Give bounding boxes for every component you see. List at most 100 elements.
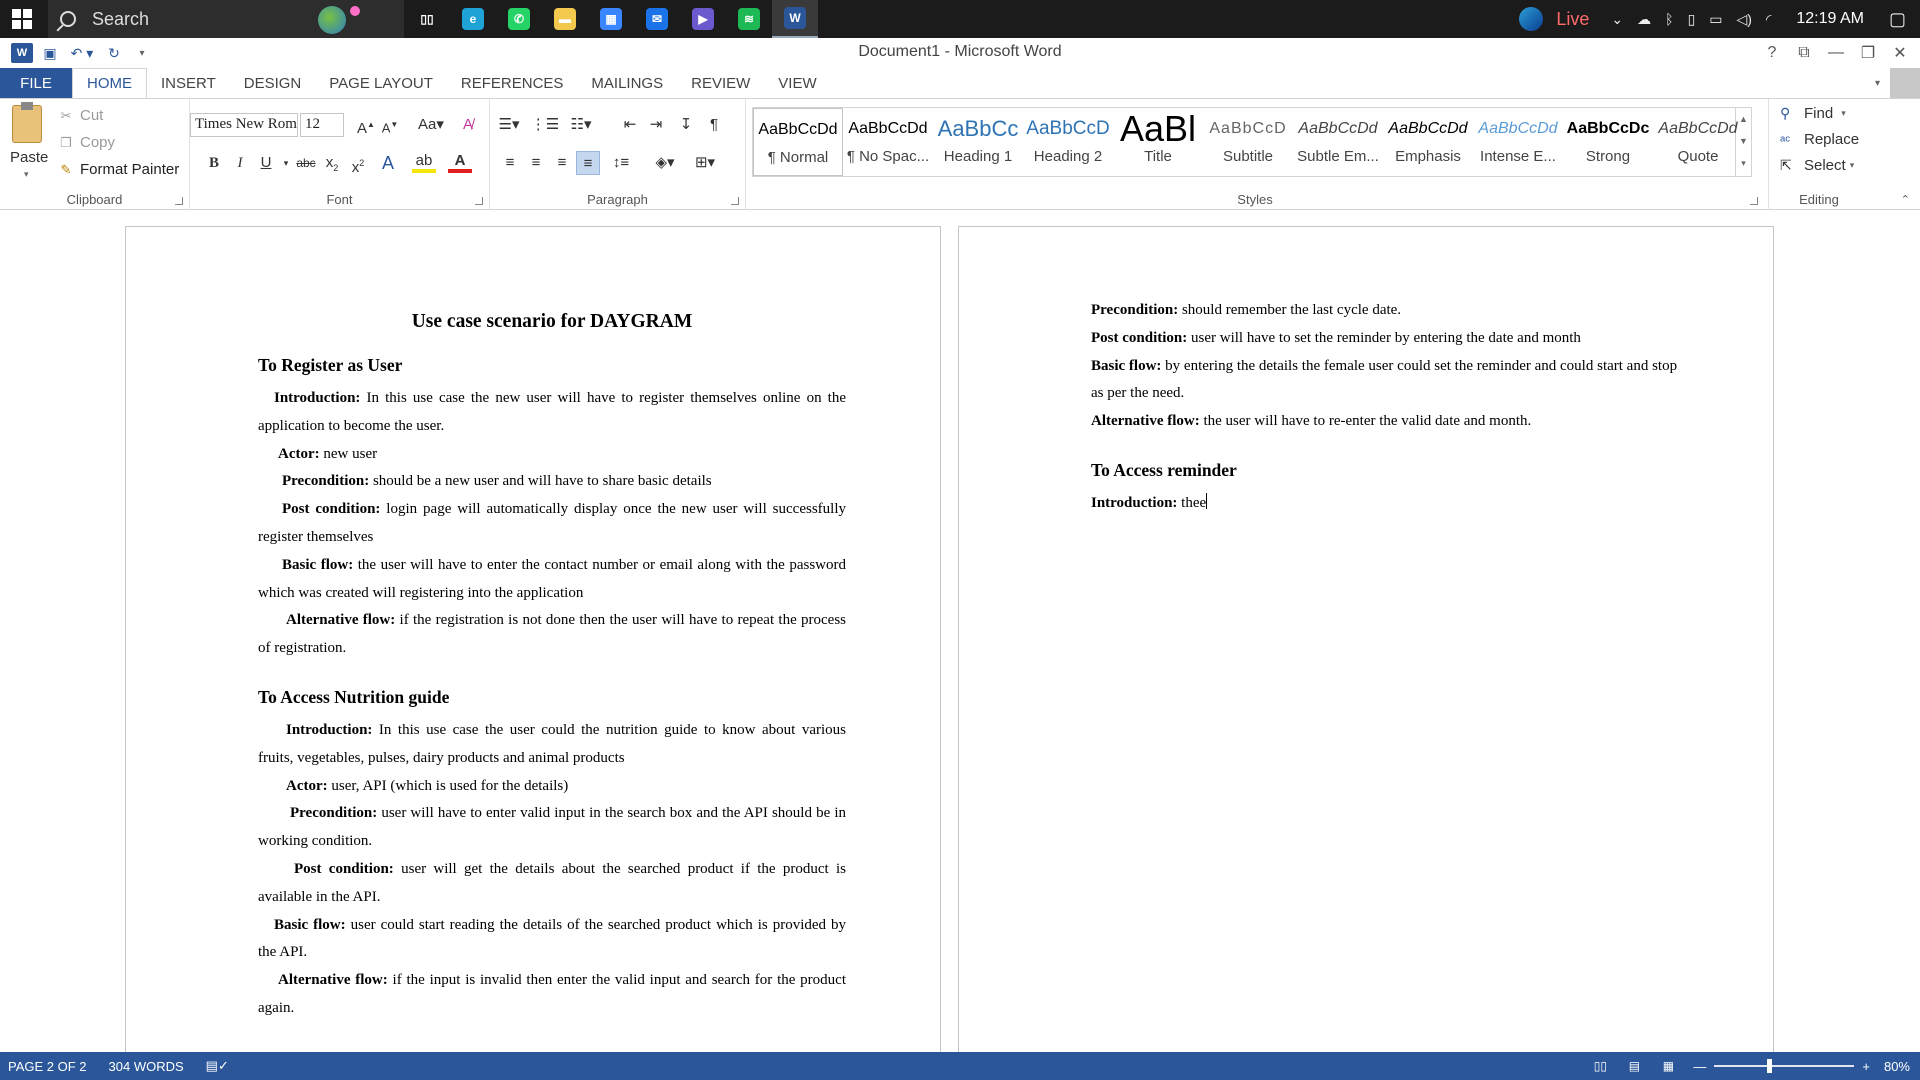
grow-font-icon[interactable]: A▲ — [354, 113, 378, 137]
volume-icon[interactable]: ◁) — [1737, 11, 1752, 28]
font-family-combo[interactable]: Times New Roman — [190, 113, 298, 137]
text-effects-icon[interactable]: A — [376, 151, 400, 175]
battery-icon[interactable]: ▭ — [1709, 11, 1722, 28]
zoom-slider[interactable] — [1714, 1059, 1855, 1073]
undo-icon[interactable]: ↶ ▾ — [64, 41, 100, 65]
page-1-content[interactable]: Use case scenario for DAYGRAM To Registe… — [258, 307, 846, 1023]
mail-icon[interactable]: ✉ — [634, 0, 680, 38]
tab-insert[interactable]: INSERT — [147, 68, 230, 98]
restore-icon[interactable]: ❐ — [1852, 43, 1884, 63]
shading-icon[interactable]: ◈▾ — [650, 151, 680, 175]
power-automate-icon[interactable]: ▶ — [680, 0, 726, 38]
tab-home[interactable]: HOME — [72, 68, 147, 98]
tab-design[interactable]: DESIGN — [230, 68, 316, 98]
proofing-icon[interactable]: ▤✓ — [206, 1058, 229, 1074]
style-emphasis[interactable]: AaBbCcDd Emphasis — [1383, 108, 1473, 176]
style-no-spac[interactable]: AaBbCcDd ¶ No Spac... — [843, 108, 933, 176]
paragraph-launcher-icon[interactable] — [731, 197, 739, 205]
zoom-out-icon[interactable]: — — [1693, 1059, 1706, 1074]
zoom-in-icon[interactable]: + — [1862, 1059, 1870, 1074]
align-right-icon[interactable]: ≡ — [550, 151, 574, 175]
minimize-icon[interactable]: — — [1820, 44, 1852, 62]
justify-icon[interactable]: ≡ — [576, 151, 600, 175]
zoom-level[interactable]: 80% — [1884, 1059, 1910, 1074]
zoom-slider-thumb[interactable] — [1766, 1059, 1772, 1073]
style-heading[interactable]: AaBbCc Heading 1 — [933, 108, 1023, 176]
font-color-icon[interactable]: A — [448, 151, 472, 173]
close-icon[interactable]: ✕ — [1884, 43, 1916, 63]
font-launcher-icon[interactable] — [475, 197, 483, 205]
spotify-icon[interactable]: ≋ — [726, 0, 772, 38]
chevron-up-icon[interactable]: ⌄ — [1611, 11, 1623, 28]
tab-view[interactable]: VIEW — [764, 68, 830, 98]
word-taskbar-icon[interactable]: W — [772, 0, 818, 38]
web-layout-icon[interactable]: ▦ — [1657, 1059, 1679, 1073]
word-app-icon[interactable]: W — [8, 41, 36, 65]
clear-formatting-icon[interactable]: A̸ — [456, 113, 480, 137]
align-center-icon[interactable]: ≡ — [524, 151, 548, 175]
task-view-icon[interactable]: ▯▯ — [404, 0, 450, 38]
document-workspace[interactable]: Use case scenario for DAYGRAM To Registe… — [0, 210, 1920, 1052]
subscript-icon[interactable]: x2 — [320, 151, 344, 175]
align-left-icon[interactable]: ≡ — [498, 151, 522, 175]
strikethrough-icon[interactable]: abc — [294, 151, 318, 175]
file-explorer-icon[interactable]: ▬ — [542, 0, 588, 38]
font-size-combo[interactable]: 12 — [300, 113, 344, 137]
styles-launcher-icon[interactable] — [1750, 197, 1758, 205]
sort-icon[interactable]: ↧ — [674, 113, 698, 137]
style-intense-e[interactable]: AaBbCcDd Intense E... — [1473, 108, 1563, 176]
tab-references[interactable]: REFERENCES — [447, 68, 578, 98]
style-strong[interactable]: AaBbCcDc Strong — [1563, 108, 1653, 176]
increase-indent-icon[interactable]: ⇥ — [644, 113, 668, 137]
find-dropdown-icon[interactable]: ▾ — [1841, 108, 1846, 119]
bluetooth-icon[interactable]: ᛒ — [1665, 11, 1673, 27]
live-logo-icon[interactable] — [1519, 7, 1544, 31]
text-highlight-icon[interactable]: ab — [412, 151, 436, 173]
help-icon[interactable]: ? — [1756, 44, 1788, 62]
save-icon[interactable]: ▣ — [36, 41, 64, 65]
redo-icon[interactable]: ↻ — [100, 41, 128, 65]
tab-review[interactable]: REVIEW — [677, 68, 764, 98]
onedrive-cloud-icon[interactable]: ☁ — [1637, 11, 1651, 28]
page-2-content[interactable]: Precondition: should remember the last c… — [1091, 297, 1679, 518]
tab-mailings[interactable]: MAILINGS — [577, 68, 677, 98]
paste-icon[interactable] — [12, 102, 42, 143]
page-2[interactable]: Precondition: should remember the last c… — [958, 226, 1774, 1052]
multilevel-list-icon[interactable]: ☷▾ — [566, 113, 596, 137]
italic-icon[interactable]: I — [228, 151, 252, 175]
style-normal[interactable]: AaBbCcDd ¶ Normal — [753, 108, 843, 176]
copy-button[interactable]: ❐ Copy — [58, 134, 115, 151]
microsoft-store-icon[interactable]: ▦ — [588, 0, 634, 38]
select-button[interactable]: ⇱ Select ▾ — [1780, 157, 1854, 174]
shrink-font-icon[interactable]: A▼ — [378, 113, 402, 137]
show-formatting-marks-icon[interactable]: ¶ — [702, 113, 726, 137]
clipboard-launcher-icon[interactable] — [175, 197, 183, 205]
cut-button[interactable]: ✂ Cut — [58, 107, 104, 124]
collapse-ribbon-icon[interactable]: ⌃ — [1901, 193, 1910, 206]
find-button[interactable]: ⚲ Find ▾ — [1780, 105, 1846, 122]
select-dropdown-icon[interactable]: ▾ — [1850, 160, 1855, 171]
line-spacing-icon[interactable]: ↕≡ — [606, 151, 636, 175]
style-heading[interactable]: AaBbCcD Heading 2 — [1023, 108, 1113, 176]
start-button[interactable] — [0, 0, 44, 38]
page-1[interactable]: Use case scenario for DAYGRAM To Registe… — [125, 226, 941, 1052]
print-layout-icon[interactable]: ▤ — [1623, 1059, 1645, 1073]
clock[interactable]: 12:19 AM — [1796, 10, 1864, 28]
tab-file[interactable]: FILE — [0, 68, 72, 98]
bullets-icon[interactable]: ☰▾ — [494, 113, 524, 137]
customize-qat-icon[interactable]: ▾ — [128, 41, 156, 65]
change-case-icon[interactable]: Aa▾ — [414, 113, 448, 137]
format-painter-button[interactable]: ✎ Format Painter — [58, 161, 180, 178]
phone-link-icon[interactable]: ▯ — [1688, 11, 1696, 28]
read-mode-icon[interactable]: ▯▯ — [1589, 1059, 1611, 1073]
bold-icon[interactable]: B — [202, 151, 226, 175]
style-title[interactable]: AaBl Title — [1113, 108, 1203, 176]
account-dropdown-icon[interactable]: ▾ — [1875, 78, 1880, 89]
page-count[interactable]: PAGE 2 OF 2 — [8, 1059, 87, 1074]
borders-icon[interactable]: ⊞▾ — [688, 151, 722, 175]
live-label[interactable]: Live — [1556, 9, 1589, 30]
notifications-icon[interactable]: ▢ — [1889, 9, 1906, 30]
style-subtle-em[interactable]: AaBbCcDd Subtle Em... — [1293, 108, 1383, 176]
avatar[interactable] — [1890, 68, 1920, 98]
paste-dropdown-icon[interactable]: ▾ — [24, 169, 29, 180]
